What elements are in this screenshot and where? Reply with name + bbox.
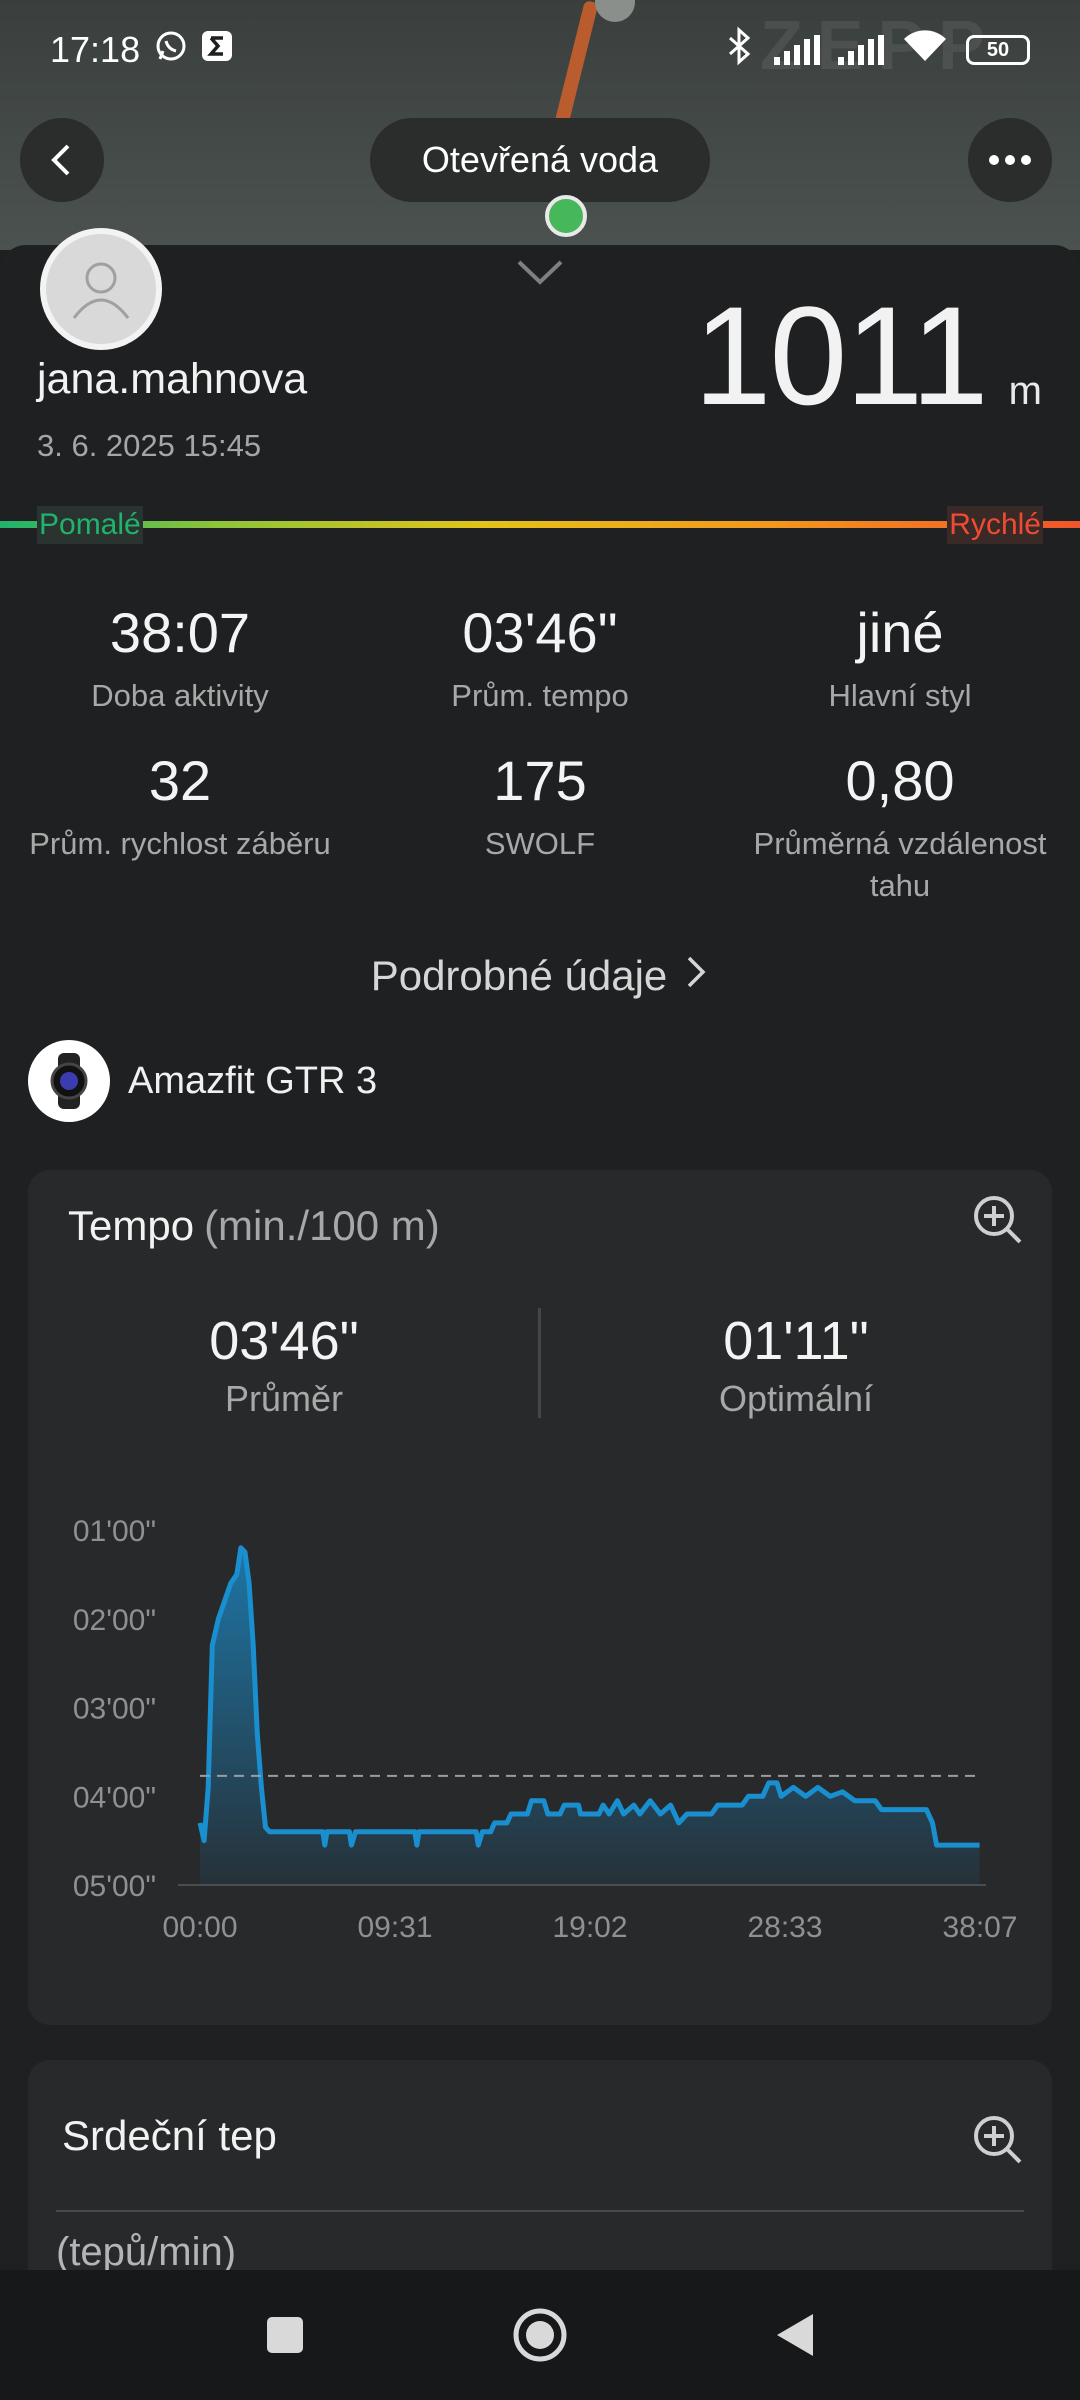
back-nav-button[interactable]	[765, 2305, 825, 2365]
stat-main-style: jiné Hlavní styl	[720, 600, 1080, 717]
activity-type-title: Otevřená voda	[370, 118, 710, 202]
details-link-label: Podrobné údaje	[370, 952, 668, 999]
system-nav-bar	[0, 2270, 1080, 2400]
stat-value: jiné	[856, 601, 944, 664]
stat-avg-pace: 03'46" Prům. tempo	[360, 600, 720, 717]
tempo-series-line	[197, 1545, 980, 1848]
y-tick-label: 04'00"	[73, 1781, 156, 1814]
tempo-area	[200, 1547, 980, 1885]
back-button[interactable]	[20, 118, 104, 202]
more-dots-icon	[989, 155, 1031, 165]
tempo-card-title: Tempo (min./100 m)	[68, 1202, 440, 1250]
battery-icon: 50	[966, 35, 1030, 65]
back-arrow-icon	[51, 144, 70, 176]
start-marker	[545, 195, 587, 237]
recents-icon	[267, 2317, 303, 2353]
speed-scale-bar	[0, 521, 1080, 528]
details-link[interactable]: Podrobné údaje	[0, 952, 1080, 1000]
sigma-icon	[200, 29, 234, 72]
stat-swolf: 175 SWOLF	[360, 748, 720, 865]
stat-label: Doba aktivity	[91, 678, 269, 713]
hr-unit: (tepů/min)	[56, 2230, 237, 2274]
tempo-average: 03'46" Průměr	[28, 1310, 540, 1420]
zoom-in-icon[interactable]	[970, 1192, 1026, 1248]
stat-value: 03'46"	[462, 601, 618, 664]
activity-datetime: 3. 6. 2025 15:45	[37, 428, 262, 463]
back-icon	[777, 2314, 813, 2356]
wifi-icon	[902, 29, 948, 72]
stat-value: 175	[493, 749, 587, 812]
x-tick-label: 38:07	[942, 1911, 1017, 1944]
tempo-optimal: 01'11" Optimální	[540, 1310, 1052, 1420]
y-tick-label: 01'00"	[73, 1515, 156, 1548]
y-tick-label: 03'00"	[73, 1693, 156, 1726]
y-tick-label: 05'00"	[73, 1870, 156, 1903]
stat-value: 38:07	[109, 601, 251, 664]
watch-icon	[28, 1040, 110, 1122]
tempo-chart[interactable]: 01'00" 02'00" 03'00" 04'00" 05'00"00:00 09:31…	[28, 1490, 1052, 1990]
device-row[interactable]: Amazfit GTR 3	[28, 1040, 377, 1122]
tempo-optimal-value: 01'11"	[723, 1311, 869, 1371]
chevron-down-icon[interactable]	[515, 258, 565, 288]
signal-icon	[774, 35, 820, 65]
device-name: Amazfit GTR 3	[128, 1059, 378, 1102]
distance-value: 1011	[693, 277, 989, 434]
more-button[interactable]	[968, 118, 1052, 202]
x-tick-label: 00:00	[162, 1911, 237, 1944]
status-bar: 17:18 50	[0, 0, 1080, 100]
speed-fast-label: Rychlé	[947, 506, 1043, 544]
whatsapp-icon	[154, 29, 188, 72]
hr-divider	[56, 2210, 1024, 2212]
distance-unit: m	[1008, 369, 1042, 413]
stat-stroke-distance: 0,80 Průměrná vzdálenost tahu	[720, 748, 1080, 907]
username: jana.mahnova	[37, 355, 308, 403]
x-tick-label: 19:02	[552, 1911, 627, 1944]
y-tick-label: 02'00"	[73, 1604, 156, 1637]
avatar[interactable]	[40, 228, 162, 350]
tempo-card: Tempo (min./100 m) 03'46" Průměr 01'11" O…	[28, 1170, 1052, 2025]
stat-label: SWOLF	[484, 826, 596, 861]
home-button[interactable]	[510, 2305, 570, 2365]
home-icon	[513, 2308, 567, 2362]
stat-label: Hlavní styl	[828, 678, 972, 713]
stat-activity-time: 38:07 Doba aktivity	[0, 600, 360, 717]
signal-icon	[838, 35, 884, 65]
tempo-average-label: Průměr	[224, 1378, 344, 1419]
chevron-right-icon	[685, 954, 709, 1000]
tempo-optimal-label: Optimální	[718, 1378, 874, 1419]
tempo-unit: (min./100 m)	[204, 1202, 440, 1249]
x-tick-label: 28:33	[747, 1911, 822, 1944]
stat-label: Průměrná vzdálenost tahu	[753, 826, 1047, 903]
user-icon	[72, 262, 130, 319]
distance-display: 1011 m	[694, 275, 1042, 437]
stat-label: Prům. rychlost záběru	[29, 826, 331, 861]
x-tick-label: 09:31	[357, 1911, 432, 1944]
stat-stroke-rate: 32 Prům. rychlost záběru	[0, 748, 360, 865]
tempo-average-value: 03'46"	[209, 1311, 359, 1371]
stat-value: 0,80	[845, 749, 955, 812]
bluetooth-icon	[724, 26, 756, 75]
status-time: 17:18	[50, 29, 141, 70]
stat-label: Prům. tempo	[451, 678, 629, 713]
stat-value: 32	[148, 749, 212, 812]
tempo-title: Tempo	[68, 1202, 195, 1249]
recents-button[interactable]	[255, 2305, 315, 2365]
zoom-in-icon[interactable]	[970, 2112, 1026, 2168]
hr-card-title: Srdeční tep	[62, 2112, 277, 2159]
speed-slow-label: Pomalé	[37, 506, 143, 544]
